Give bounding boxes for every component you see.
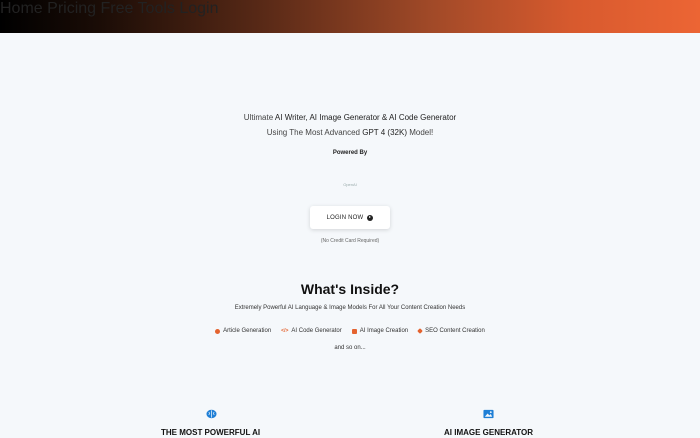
whats-inside-title: What's Inside? <box>300 281 400 297</box>
nav-pricing-link[interactable]: Pricing <box>47 0 96 17</box>
and-so-on-text: and so on... <box>334 345 366 351</box>
no-credit-card-note: (No Credit Card Required) <box>320 238 380 244</box>
feature-label: AI Code Generator <box>291 328 342 334</box>
feature-label: Article Generation <box>223 328 272 334</box>
feature-ai-image-creation: AI Image Creation <box>351 328 409 334</box>
powered-by-label: Powered By <box>332 150 368 156</box>
feature-article-generation: Article Generation <box>215 328 271 334</box>
hero-line2-suffix: Model! <box>407 128 434 137</box>
hero-line1-prefix: Ultimate <box>243 113 275 122</box>
feature-ai-code-generator: </> AI Code Generator <box>281 328 342 334</box>
column-title-most-powerful-ai: THE MOST POWERFUL AI <box>161 428 261 437</box>
login-now-button[interactable]: LOGIN NOW <box>310 206 390 229</box>
column-title-ai-image-generator: AI IMAGE GENERATOR <box>444 428 534 437</box>
feature-label: AI Image Creation <box>359 328 409 334</box>
nav-login-link[interactable]: Login <box>179 0 218 17</box>
nav-home-link[interactable]: Home <box>0 0 43 17</box>
nav-free-tools-link[interactable]: Free Tools <box>101 0 175 17</box>
whats-inside-subtitle: Extremely Powerful AI Language & Image M… <box>234 305 466 311</box>
play-circle-icon <box>367 214 374 221</box>
hero-line1-highlight: AI Writer, AI Image Generator & AI Code … <box>274 113 457 122</box>
code-icon: </> <box>281 328 289 334</box>
feature-list: Article Generation </> AI Code Generator… <box>0 328 700 334</box>
feature-seo-content-creation: SEO Content Creation <box>417 328 485 334</box>
brain-icon <box>206 409 217 419</box>
hero-headline-line2: Using The Most Advanced GPT 4 (32K) Mode… <box>0 128 700 137</box>
top-navigation-bar: Home Pricing Free Tools Login <box>0 0 700 33</box>
login-now-label: LOGIN NOW <box>326 214 364 221</box>
rocket-icon <box>417 328 423 334</box>
hero-headline-line1: Ultimate AI Writer, AI Image Generator &… <box>0 113 700 122</box>
hero-line2-highlight: GPT 4 (32K) <box>362 128 407 137</box>
hero-line2-prefix: Using The Most Advanced <box>266 128 363 137</box>
image-icon <box>483 409 494 419</box>
image-icon <box>351 328 357 334</box>
article-icon <box>215 328 221 334</box>
feature-label: SEO Content Creation <box>425 328 485 334</box>
openai-logo: OpenAI <box>343 182 357 187</box>
